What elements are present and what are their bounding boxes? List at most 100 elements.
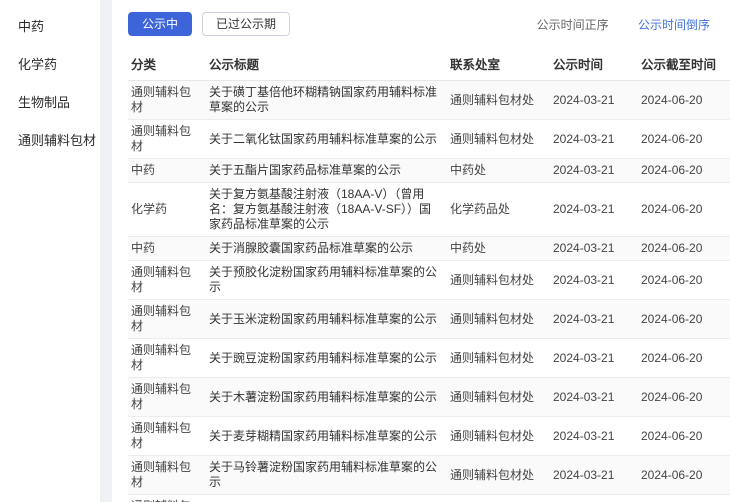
row-title-link[interactable]: 关于消腺胶囊国家药品标准草案的公示 — [209, 241, 413, 255]
row-department: 通则辅料包材处 — [447, 339, 550, 378]
sort-time-descending[interactable]: 公示时间倒序 — [638, 18, 710, 32]
row-publish-date: 2024-03-21 — [550, 456, 638, 495]
row-title-link[interactable]: 关于木薯淀粉国家药用辅料标准草案的公示 — [209, 390, 437, 404]
row-category: 通则辅料包材 — [128, 339, 206, 378]
row-category: 通则辅料包材 — [128, 120, 206, 159]
row-title-cell: 关于消腺胶囊国家药品标准草案的公示 — [206, 237, 447, 261]
main-content: 公示中 已过公示期 公示时间正序 公示时间倒序 分类 公示标题 联系处室 公示时… — [112, 0, 730, 502]
row-publish-date: 2024-03-21 — [550, 495, 638, 502]
col-header-category: 分类 — [128, 47, 206, 81]
sidebar-category-item[interactable]: 中药 — [0, 6, 100, 44]
sidebar-content-divider — [100, 0, 112, 502]
row-deadline-date: 2024-06-20 — [638, 378, 730, 417]
row-publish-date: 2024-03-21 — [550, 300, 638, 339]
table-header: 分类 公示标题 联系处室 公示时间 公示截至时间 状态 — [128, 47, 730, 81]
row-title-cell: 关于五酯片国家药品标准草案的公示 — [206, 159, 447, 183]
row-title-link[interactable]: 关于磺丁基倍他环糊精钠国家药用辅料标准草案的公示 — [209, 85, 437, 114]
row-deadline-date: 2024-06-20 — [638, 183, 730, 237]
sidebar-category-item[interactable]: 化学药 — [0, 44, 100, 82]
row-title-link[interactable]: 关于豌豆淀粉国家药用辅料标准草案的公示 — [209, 351, 437, 365]
publicity-table: 分类 公示标题 联系处室 公示时间 公示截至时间 状态 通则辅料包材 关于磺丁基… — [128, 47, 730, 502]
sort-time-ascending[interactable]: 公示时间正序 — [537, 18, 609, 32]
sidebar-category-item[interactable]: 通则辅料包材 — [0, 120, 100, 158]
row-category: 化学药 — [128, 183, 206, 237]
row-title-cell: 关于小麦淀粉国家药用辅料标准草案的公示 — [206, 495, 447, 502]
table-body: 通则辅料包材 关于磺丁基倍他环糊精钠国家药用辅料标准草案的公示 通则辅料包材处 … — [128, 81, 730, 502]
row-department: 通则辅料包材处 — [447, 120, 550, 159]
row-category: 通则辅料包材 — [128, 417, 206, 456]
row-category: 中药 — [128, 237, 206, 261]
tab-in-publicity[interactable]: 公示中 — [128, 12, 192, 36]
table-row: 通则辅料包材 关于小麦淀粉国家药用辅料标准草案的公示 通则辅料包材处 2024-… — [128, 495, 730, 502]
row-category: 通则辅料包材 — [128, 81, 206, 120]
col-header-publish-date: 公示时间 — [550, 47, 638, 81]
row-publish-date: 2024-03-21 — [550, 339, 638, 378]
row-title-link[interactable]: 关于二氧化钛国家药用辅料标准草案的公示 — [209, 132, 437, 146]
row-department: 通则辅料包材处 — [447, 456, 550, 495]
table-row: 通则辅料包材 关于豌豆淀粉国家药用辅料标准草案的公示 通则辅料包材处 2024-… — [128, 339, 730, 378]
row-department: 通则辅料包材处 — [447, 495, 550, 502]
row-category: 通则辅料包材 — [128, 300, 206, 339]
row-deadline-date: 2024-06-20 — [638, 300, 730, 339]
row-category: 通则辅料包材 — [128, 456, 206, 495]
row-deadline-date: 2024-06-20 — [638, 81, 730, 120]
row-title-cell: 关于玉米淀粉国家药用辅料标准草案的公示 — [206, 300, 447, 339]
sort-controls: 公示时间正序 公示时间倒序 — [511, 16, 710, 33]
row-title-link[interactable]: 关于预胶化淀粉国家药用辅料标准草案的公示 — [209, 265, 437, 294]
sidebar-category-item[interactable]: 生物制品 — [0, 82, 100, 120]
col-header-department: 联系处室 — [447, 47, 550, 81]
row-title-cell: 关于复方氨基酸注射液（18AA-V）（曾用名：复方氨基酸注射液（18AA-V-S… — [206, 183, 447, 237]
row-deadline-date: 2024-06-20 — [638, 159, 730, 183]
row-title-cell: 关于豌豆淀粉国家药用辅料标准草案的公示 — [206, 339, 447, 378]
row-department: 化学药品处 — [447, 183, 550, 237]
status-filter-tabs: 公示中 已过公示期 — [128, 12, 300, 36]
row-department: 通则辅料包材处 — [447, 378, 550, 417]
table-row: 中药 关于五酯片国家药品标准草案的公示 中药处 2024-03-21 2024-… — [128, 159, 730, 183]
table-row: 通则辅料包材 关于二氧化钛国家药用辅料标准草案的公示 通则辅料包材处 2024-… — [128, 120, 730, 159]
row-deadline-date: 2024-06-20 — [638, 120, 730, 159]
row-title-link[interactable]: 关于玉米淀粉国家药用辅料标准草案的公示 — [209, 312, 437, 326]
row-deadline-date: 2024-06-20 — [638, 417, 730, 456]
row-deadline-date: 2024-06-20 — [638, 495, 730, 502]
row-deadline-date: 2024-06-20 — [638, 261, 730, 300]
row-category: 通则辅料包材 — [128, 261, 206, 300]
row-title-cell: 关于预胶化淀粉国家药用辅料标准草案的公示 — [206, 261, 447, 300]
row-title-link[interactable]: 关于马铃薯淀粉国家药用辅料标准草案的公示 — [209, 460, 437, 489]
row-department: 通则辅料包材处 — [447, 81, 550, 120]
col-header-deadline-date: 公示截至时间 — [638, 47, 730, 81]
category-sidebar: 中药 化学药 生物制品 通则辅料包材 — [0, 0, 100, 502]
row-title-link[interactable]: 关于五酯片国家药品标准草案的公示 — [209, 163, 401, 177]
row-department: 中药处 — [447, 159, 550, 183]
toolbar: 公示中 已过公示期 公示时间正序 公示时间倒序 — [128, 12, 710, 36]
row-publish-date: 2024-03-21 — [550, 81, 638, 120]
row-publish-date: 2024-03-21 — [550, 159, 638, 183]
table-row: 通则辅料包材 关于预胶化淀粉国家药用辅料标准草案的公示 通则辅料包材处 2024… — [128, 261, 730, 300]
row-department: 通则辅料包材处 — [447, 261, 550, 300]
row-department: 中药处 — [447, 237, 550, 261]
row-publish-date: 2024-03-21 — [550, 237, 638, 261]
table-row: 通则辅料包材 关于玉米淀粉国家药用辅料标准草案的公示 通则辅料包材处 2024-… — [128, 300, 730, 339]
row-title-cell: 关于麦芽糊精国家药用辅料标准草案的公示 — [206, 417, 447, 456]
row-publish-date: 2024-03-21 — [550, 120, 638, 159]
row-category: 通则辅料包材 — [128, 495, 206, 502]
row-title-cell: 关于木薯淀粉国家药用辅料标准草案的公示 — [206, 378, 447, 417]
row-publish-date: 2024-03-21 — [550, 183, 638, 237]
row-deadline-date: 2024-06-20 — [638, 456, 730, 495]
row-department: 通则辅料包材处 — [447, 417, 550, 456]
row-title-cell: 关于二氧化钛国家药用辅料标准草案的公示 — [206, 120, 447, 159]
row-category: 中药 — [128, 159, 206, 183]
row-title-cell: 关于马铃薯淀粉国家药用辅料标准草案的公示 — [206, 456, 447, 495]
tab-expired-publicity[interactable]: 已过公示期 — [202, 12, 290, 36]
table-row: 通则辅料包材 关于麦芽糊精国家药用辅料标准草案的公示 通则辅料包材处 2024-… — [128, 417, 730, 456]
page: 中药 化学药 生物制品 通则辅料包材 公示中 已过公示期 公示时间正序 公示时间… — [0, 0, 730, 502]
row-title-link[interactable]: 关于复方氨基酸注射液（18AA-V）（曾用名：复方氨基酸注射液（18AA-V-S… — [209, 187, 431, 231]
col-header-title: 公示标题 — [206, 47, 447, 81]
table-row: 通则辅料包材 关于磺丁基倍他环糊精钠国家药用辅料标准草案的公示 通则辅料包材处 … — [128, 81, 730, 120]
table-row: 通则辅料包材 关于木薯淀粉国家药用辅料标准草案的公示 通则辅料包材处 2024-… — [128, 378, 730, 417]
row-department: 通则辅料包材处 — [447, 300, 550, 339]
table-row: 中药 关于消腺胶囊国家药品标准草案的公示 中药处 2024-03-21 2024… — [128, 237, 730, 261]
table-row: 通则辅料包材 关于马铃薯淀粉国家药用辅料标准草案的公示 通则辅料包材处 2024… — [128, 456, 730, 495]
row-title-link[interactable]: 关于麦芽糊精国家药用辅料标准草案的公示 — [209, 429, 437, 443]
row-deadline-date: 2024-06-20 — [638, 237, 730, 261]
row-publish-date: 2024-03-21 — [550, 417, 638, 456]
